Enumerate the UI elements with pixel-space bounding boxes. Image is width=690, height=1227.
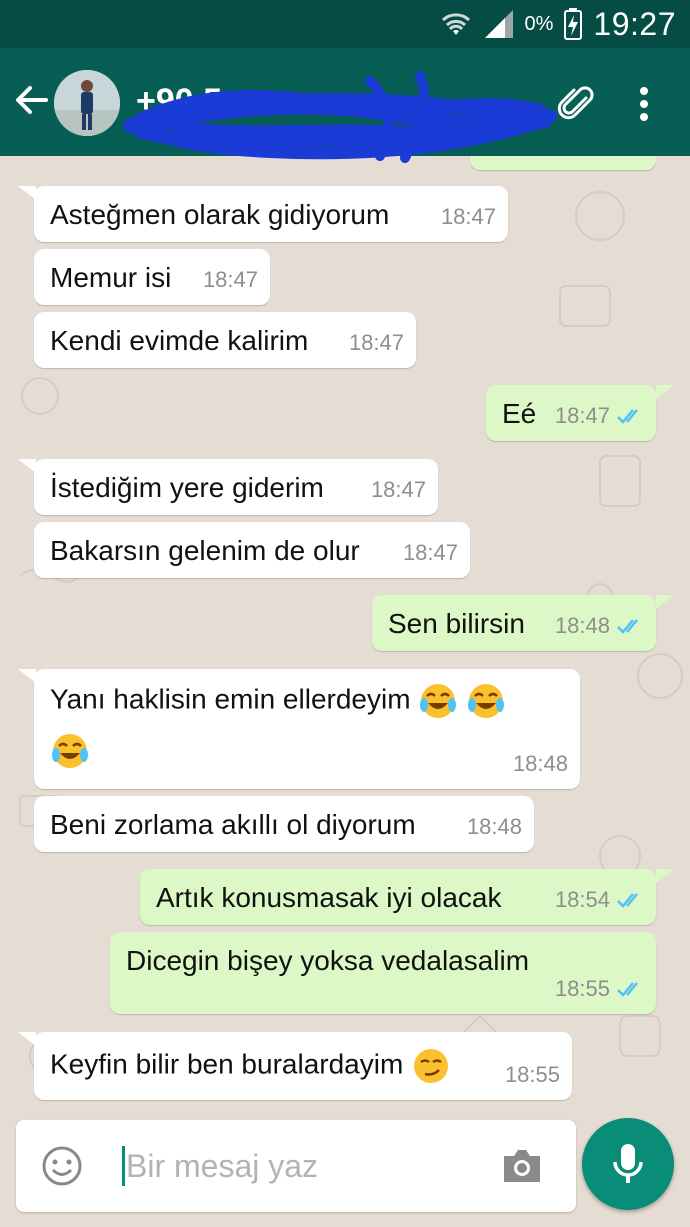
message-text: Asteğmen olarak gidiyorum <box>50 199 390 230</box>
message-time-value: 18:55 <box>554 976 610 1001</box>
status-icons: 0% 19:27 <box>439 0 676 48</box>
avatar-photo <box>54 70 120 136</box>
back-button[interactable] <box>10 78 54 122</box>
message-text: Beni zorlama akıllı ol diyorum <box>50 809 416 840</box>
read-receipt-icon <box>617 982 638 997</box>
camera-icon[interactable] <box>500 1146 544 1186</box>
message-time: 18:47 <box>348 330 404 355</box>
message-bubble-incoming[interactable]: Keyfin bilir ben buralardayim 18:55 <box>34 1032 572 1100</box>
text-caret <box>122 1146 125 1186</box>
message-time: 18:48 <box>512 751 568 776</box>
message-time-value: 18:48 <box>554 613 610 638</box>
tears-of-joy-emoji-icon <box>468 684 505 718</box>
signal-icon <box>484 10 513 38</box>
message-bubble-incoming[interactable]: Beni zorlama akıllı ol diyorum 18:48 <box>34 796 534 852</box>
message-text: İstediğim yere giderim <box>50 472 324 503</box>
status-time: 19:27 <box>593 5 676 42</box>
message-time: 18:47 <box>440 204 496 229</box>
message-text: Kendi evimde kalirim <box>50 325 309 356</box>
message-time: 18:48 <box>466 814 522 839</box>
message-list[interactable]: Asteğmen olarak gidiyorum 18:47 Memur is… <box>0 156 690 1116</box>
arrow-back-icon <box>16 86 48 114</box>
message-input[interactable]: Bir mesaj yaz <box>126 1148 318 1185</box>
tears-of-joy-emoji-icon <box>52 734 88 768</box>
message-bubble-outgoing[interactable]: Eé 18:47 <box>486 385 656 441</box>
message-composer: Bir mesaj yaz <box>16 1120 576 1212</box>
message-time: 18:54 <box>555 883 644 917</box>
message-time: 18:47 <box>555 399 644 433</box>
bubble-tail <box>656 869 674 883</box>
message-text: Artık konusmasak iyi olacak <box>156 882 502 913</box>
message-time: 18:48 <box>555 609 644 643</box>
message-time: 18:47 <box>370 477 426 502</box>
smiley-icon[interactable] <box>40 1144 84 1188</box>
message-bubble-incoming[interactable]: Memur isi 18:47 <box>34 249 270 305</box>
message-time-value: 18:54 <box>554 887 610 912</box>
message-text: Yanı haklisin emin ellerdeyim <box>50 683 411 715</box>
message-text-container: Yanı haklisin emin ellerdeyim <box>50 681 570 771</box>
read-receipt-icon <box>617 409 638 424</box>
message-text: Sen bilirsin <box>388 608 525 639</box>
message-time: 18:55 <box>555 972 644 1006</box>
read-receipt-icon <box>617 893 638 908</box>
contact-avatar[interactable] <box>54 70 120 136</box>
microphone-icon <box>613 1144 643 1183</box>
message-bubble-outgoing[interactable]: Sen bilirsin 18:48 <box>372 595 656 651</box>
more-options-button[interactable] <box>624 80 664 128</box>
message-text: Eé <box>502 398 537 429</box>
paperclip-icon <box>557 86 594 120</box>
more-vert-icon <box>640 87 648 121</box>
message-text: Dicegin bişey yoksa vedalasalim <box>126 945 530 976</box>
bubble-tail <box>18 669 36 683</box>
message-bubble-incoming[interactable]: Asteğmen olarak gidiyorum 18:47 <box>34 186 508 242</box>
attach-button[interactable] <box>552 80 600 128</box>
wifi-icon <box>441 13 470 35</box>
message-bubble-incoming[interactable]: Kendi evimde kalirim 18:47 <box>34 312 416 368</box>
voice-record-button[interactable] <box>582 1118 674 1210</box>
bubble-tail <box>18 186 36 200</box>
chat-header: +90 5 <box>0 48 690 163</box>
message-bubble-outgoing-partial <box>470 156 656 170</box>
message-bubble-outgoing[interactable]: Artık konusmasak iyi olacak 18:54 <box>140 869 656 925</box>
redaction-scribble <box>123 71 557 163</box>
tears-of-joy-emoji-icon <box>420 684 457 718</box>
message-time: 18:55 <box>504 1062 560 1087</box>
message-time: 18:47 <box>202 267 258 292</box>
message-time-value: 18:47 <box>554 403 610 428</box>
message-bubble-incoming[interactable]: Bakarsın gelenim de olur 18:47 <box>34 522 470 578</box>
message-text: Bakarsın gelenim de olur <box>50 535 360 566</box>
message-bubble-incoming[interactable]: Yanı haklisin emin ellerdeyim 18:48 <box>34 669 580 789</box>
message-time: 18:47 <box>402 540 458 565</box>
battery-percent: 0% <box>524 12 554 35</box>
bubble-tail <box>656 595 674 609</box>
battery-charging-icon <box>564 8 583 40</box>
message-bubble-incoming[interactable]: İstediğim yere giderim 18:47 <box>34 459 438 515</box>
message-text: Memur isi <box>50 262 172 293</box>
read-receipt-icon <box>617 619 638 634</box>
message-text: Keyfin bilir ben buralardayim <box>50 1048 404 1080</box>
message-text-container: Keyfin bilir ben buralardayim <box>50 1046 451 1086</box>
bubble-tail <box>18 459 36 473</box>
bubble-tail <box>18 1032 36 1046</box>
message-bubble-outgoing[interactable]: Dicegin bişey yoksa vedalasalim 18:55 <box>110 932 656 1014</box>
bubble-tail <box>656 385 674 399</box>
status-bar: 0% 19:27 <box>0 0 690 48</box>
smirk-emoji-icon <box>414 1049 449 1083</box>
